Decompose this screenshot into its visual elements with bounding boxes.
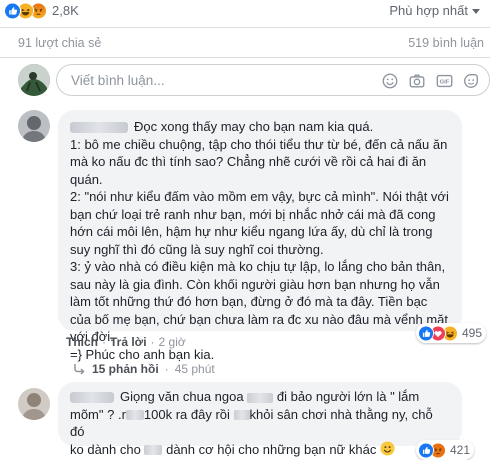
comment-count[interactable]: 519 bình luận	[408, 36, 484, 50]
like-button[interactable]: Thích	[66, 335, 98, 349]
smile-emoji-icon	[380, 440, 395, 460]
redacted-word	[144, 445, 163, 456]
comment-reactions[interactable]: 495	[416, 323, 487, 343]
comment-bubble: Giọng văn chua ngoa đi bảo người lớn là …	[58, 382, 462, 457]
comment-reactions[interactable]: 421	[416, 440, 475, 460]
composer-tools: GIF	[380, 71, 481, 91]
comment-text-part: đi bảo người lớn là " lắm	[276, 389, 420, 404]
svg-text:GIF: GIF	[439, 80, 449, 86]
avatar[interactable]	[18, 110, 50, 142]
like-icon	[4, 2, 21, 19]
reactions-summary[interactable]: 2,8K	[4, 2, 79, 19]
comment-text: Giọng văn chua ngoa đi bảo người lớn là …	[70, 388, 450, 460]
comment-text-part: 100k ra đây rồi	[143, 406, 230, 422]
replies-count: 15 phản hồi	[92, 362, 159, 376]
sort-label: Phù hợp nhất	[389, 3, 468, 18]
like-icon	[418, 442, 434, 458]
separator: ·	[102, 335, 106, 349]
redacted-word	[125, 410, 144, 421]
comment-actions: Thích · Trả lời · 2 giờ	[66, 335, 186, 349]
comment-reaction-count: 495	[462, 326, 483, 340]
reaction-count[interactable]: 2,8K	[52, 3, 79, 18]
chevron-down-icon	[472, 9, 480, 14]
comment-bubble: Đọc xong thấy may cho bạn nam kia quá. 1…	[58, 110, 462, 362]
commenter-name[interactable]	[70, 392, 114, 404]
camera-icon[interactable]	[407, 71, 427, 91]
view-replies-link[interactable]: 15 phản hồi · 45 phút	[72, 362, 215, 376]
post-stats: 91 lượt chia sẻ 519 bình luận	[0, 34, 490, 54]
post-reactions-bar: 2,8K Phù hợp nhất	[0, 0, 490, 24]
separator: ·	[164, 362, 169, 376]
comment-input-placeholder: Viết bình luận...	[71, 73, 165, 88]
comment-body: Đọc xong thấy may cho bạn nam kia quá. 1…	[70, 119, 449, 362]
comment-timestamp[interactable]: 2 giờ	[159, 335, 186, 349]
comment-sort-dropdown[interactable]: Phù hợp nhất	[389, 3, 480, 18]
comment-text-part: dành cơ hội cho những bạn nữ khác	[166, 441, 377, 457]
emoji-icon[interactable]	[380, 71, 400, 91]
reply-button[interactable]: Trả lời	[110, 335, 147, 349]
reply-arrow-icon	[74, 364, 85, 375]
comment-reaction-count: 421	[450, 443, 471, 457]
separator: ·	[150, 335, 155, 349]
comment: Giọng văn chua ngoa đi bảo người lớn là …	[18, 382, 490, 460]
divider	[0, 27, 490, 28]
comment-text-part: ko dành cho	[70, 441, 141, 457]
avatar[interactable]	[18, 64, 50, 96]
like-icon	[418, 325, 434, 341]
gif-icon[interactable]: GIF	[434, 71, 454, 91]
redacted-word	[233, 410, 250, 421]
sticker-icon[interactable]	[461, 71, 481, 91]
commenter-name[interactable]	[70, 122, 128, 134]
comment-input[interactable]: Viết bình luận... GIF	[56, 64, 490, 96]
divider	[0, 57, 490, 58]
comment-text: Đọc xong thấy may cho bạn nam kia quá. 1…	[70, 118, 450, 363]
avatar[interactable]	[18, 388, 50, 420]
comment-text-part: Giọng văn chua ngoa	[120, 389, 244, 404]
comment-text-part: mõm" ? .r	[70, 406, 126, 422]
share-count[interactable]: 91 lượt chia sẻ	[18, 36, 101, 50]
comment: Đọc xong thấy may cho bạn nam kia quá. 1…	[18, 110, 490, 362]
replies-time: 45 phút	[174, 362, 215, 376]
redacted-word	[247, 392, 274, 403]
comment-composer: Viết bình luận... GIF	[18, 64, 490, 96]
